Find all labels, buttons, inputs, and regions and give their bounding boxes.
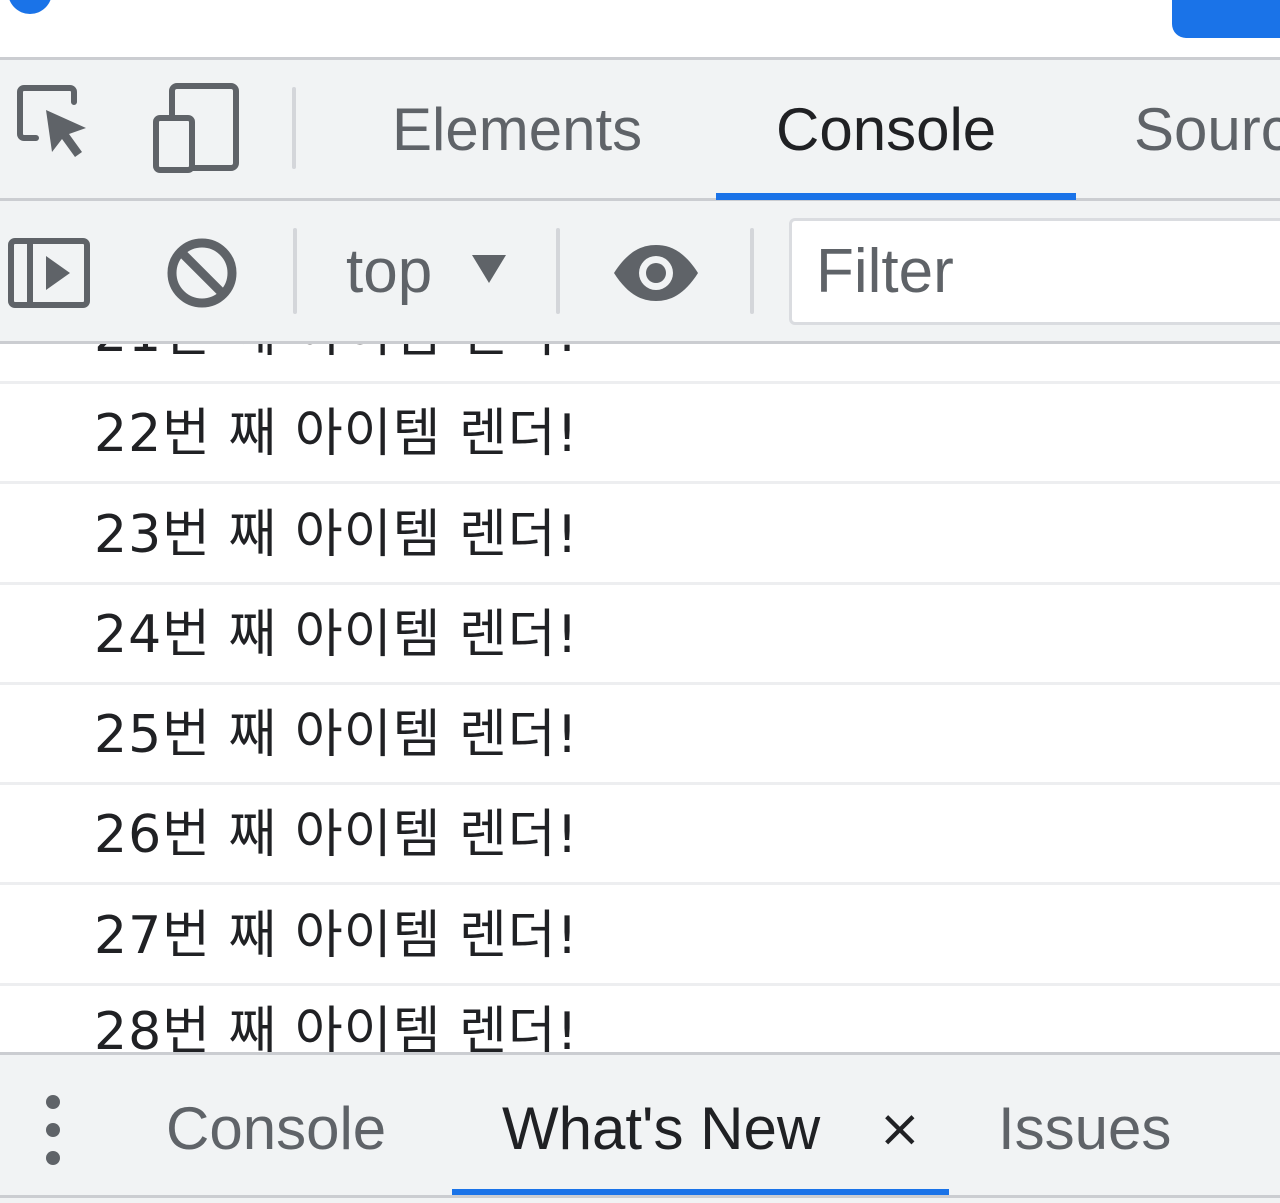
console-message: 21번 째 아이템 렌더! — [0, 344, 1280, 384]
console-message-text: 25번 째 아이템 렌더! — [94, 705, 579, 765]
close-icon[interactable]: × — [878, 1055, 922, 1200]
console-message: 22번 째 아이템 렌더! — [0, 384, 1280, 484]
dropdown-arrow-icon[interactable] — [470, 253, 508, 289]
devtools-window: Elements Console Sources top — [0, 0, 1280, 1203]
console-message: 26번 째 아이템 렌더! — [0, 785, 1280, 885]
drawer-tab-whats-new[interactable]: What's New — [502, 1055, 820, 1200]
console-message: 23번 째 아이템 렌더! — [0, 485, 1280, 585]
tab-sources[interactable]: Sources — [1134, 60, 1280, 198]
console-message-text: 23번 째 아이템 렌더! — [94, 505, 579, 565]
console-messages[interactable]: 21번 째 아이템 렌더! 22번 째 아이템 렌더! 23번 째 아이템 렌더… — [0, 344, 1280, 1052]
console-message-text: 22번 째 아이템 렌더! — [94, 404, 579, 464]
live-expression-eye-icon[interactable] — [612, 243, 700, 307]
page-content-strip — [0, 0, 1280, 60]
console-message-text: 21번 째 아이템 렌더! — [94, 344, 578, 384]
page-button[interactable] — [1172, 0, 1280, 38]
show-sidebar-icon[interactable] — [8, 238, 90, 312]
toolbar-divider — [750, 228, 754, 314]
active-tab-indicator — [716, 193, 1076, 200]
device-toolbar-icon[interactable] — [152, 82, 242, 178]
tab-console[interactable]: Console — [776, 60, 996, 198]
drawer-tab-issues[interactable]: Issues — [998, 1055, 1171, 1200]
toolbar-divider — [293, 228, 297, 314]
console-message: 27번 째 아이템 렌더! — [0, 886, 1280, 986]
console-message-text: 26번 째 아이템 렌더! — [94, 805, 579, 865]
more-options-icon[interactable] — [40, 1095, 70, 1167]
toolbar-divider — [556, 228, 560, 314]
tab-elements[interactable]: Elements — [392, 60, 642, 198]
drawer-tabbar: Console What's New × Issues — [0, 1052, 1280, 1203]
console-message-text: 24번 째 아이템 렌더! — [94, 605, 579, 665]
console-message: 24번 째 아이템 렌더! — [0, 585, 1280, 685]
console-message-text: 27번 째 아이템 렌더! — [94, 906, 579, 966]
console-message: 25번 째 아이템 렌더! — [0, 685, 1280, 785]
console-message-text: 28번 째 아이템 렌더! — [94, 1002, 579, 1052]
drawer-bottom-border — [0, 1195, 1280, 1198]
console-message: 28번 째 아이템 렌더! — [0, 982, 1280, 1052]
filter-input[interactable] — [789, 218, 1280, 325]
context-selector[interactable]: top — [346, 201, 432, 341]
page-avatar — [8, 0, 52, 14]
toolbar-divider — [292, 87, 296, 169]
drawer-tab-console[interactable]: Console — [166, 1055, 386, 1200]
devtools-tabbar: Elements Console Sources — [0, 60, 1280, 201]
console-toolbar: top — [0, 201, 1280, 344]
clear-console-icon[interactable] — [166, 237, 238, 313]
inspect-element-icon[interactable] — [16, 82, 92, 166]
